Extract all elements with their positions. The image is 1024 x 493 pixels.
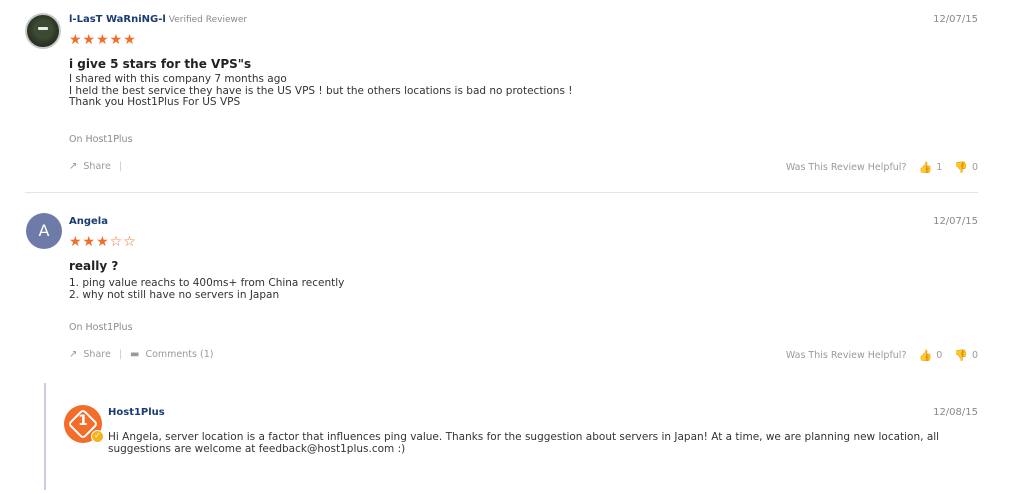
- reviewer-avatar[interactable]: A: [26, 213, 62, 249]
- helpful-vote: Was This Review Helpful? 👍 1 👎 0: [786, 161, 978, 174]
- share-label: Share: [83, 161, 111, 172]
- share-button[interactable]: ↗ Share: [69, 349, 111, 360]
- helpful-down-count: 0: [971, 162, 978, 173]
- helpful-label: Was This Review Helpful?: [785, 162, 907, 173]
- action-separator: |: [118, 161, 123, 172]
- comment-icon: ▬: [130, 349, 140, 360]
- review-date: 12/07/15: [933, 216, 978, 227]
- thumb-up-icon[interactable]: 👍: [919, 161, 933, 174]
- reply-author: Host1Plus: [108, 407, 165, 418]
- reviewer-name[interactable]: Angela: [69, 216, 108, 227]
- share-icon: ↗: [69, 349, 78, 360]
- company-logo: 1 ✓: [64, 405, 104, 443]
- thumb-down-icon[interactable]: 👎: [954, 161, 968, 174]
- share-icon: ↗: [69, 161, 78, 172]
- rating-stars: ★★★☆☆: [69, 234, 137, 250]
- reviewer-name[interactable]: l-LasT WaRniNG-l Verified Reviewer: [69, 14, 247, 25]
- verified-check-icon: ✓: [91, 430, 104, 443]
- review-actions: ↗ Share |: [69, 161, 130, 172]
- thumb-down-icon[interactable]: 👎: [954, 349, 968, 362]
- reviewer-avatar[interactable]: [25, 13, 61, 49]
- review-source[interactable]: On Host1Plus: [69, 134, 133, 145]
- helpful-up-count: 0: [936, 350, 943, 361]
- review-source[interactable]: On Host1Plus: [69, 322, 133, 333]
- avatar-face: [36, 22, 50, 38]
- share-button[interactable]: ↗ Share: [69, 161, 111, 172]
- share-label: Share: [83, 349, 111, 360]
- rating-stars: ★★★★★: [69, 32, 137, 48]
- reply-date: 12/08/15: [933, 407, 978, 418]
- reviewer-name-text[interactable]: l-LasT WaRniNG-l: [69, 14, 166, 25]
- comments-label: Comments (1): [145, 349, 214, 360]
- thumb-up-icon[interactable]: 👍: [919, 349, 933, 362]
- review-body: 1. ping value reachs to 400ms+ from Chin…: [69, 277, 345, 301]
- helpful-label: Was This Review Helpful?: [785, 350, 907, 361]
- review-divider: [25, 192, 978, 193]
- helpful-vote: Was This Review Helpful? 👍 0 👎 0: [786, 349, 978, 362]
- review-body: I shared with this company 7 months ago …: [69, 73, 573, 108]
- reply-body: Hi Angela, server location is a factor t…: [108, 431, 940, 455]
- verified-badge: Verified Reviewer: [168, 15, 248, 25]
- comments-button[interactable]: ▬ Comments (1): [130, 349, 213, 360]
- logo-digit: 1: [78, 413, 88, 429]
- action-separator: |: [118, 349, 123, 360]
- review-title: really ?: [69, 259, 119, 273]
- review-actions: ↗ Share | ▬ Comments (1): [69, 349, 213, 360]
- reply-thread-bar: [44, 383, 46, 490]
- helpful-down-count: 0: [971, 350, 978, 361]
- helpful-up-count: 1: [936, 162, 943, 173]
- review-title: i give 5 stars for the VPS"s: [69, 57, 252, 71]
- review-date: 12/07/15: [933, 14, 978, 25]
